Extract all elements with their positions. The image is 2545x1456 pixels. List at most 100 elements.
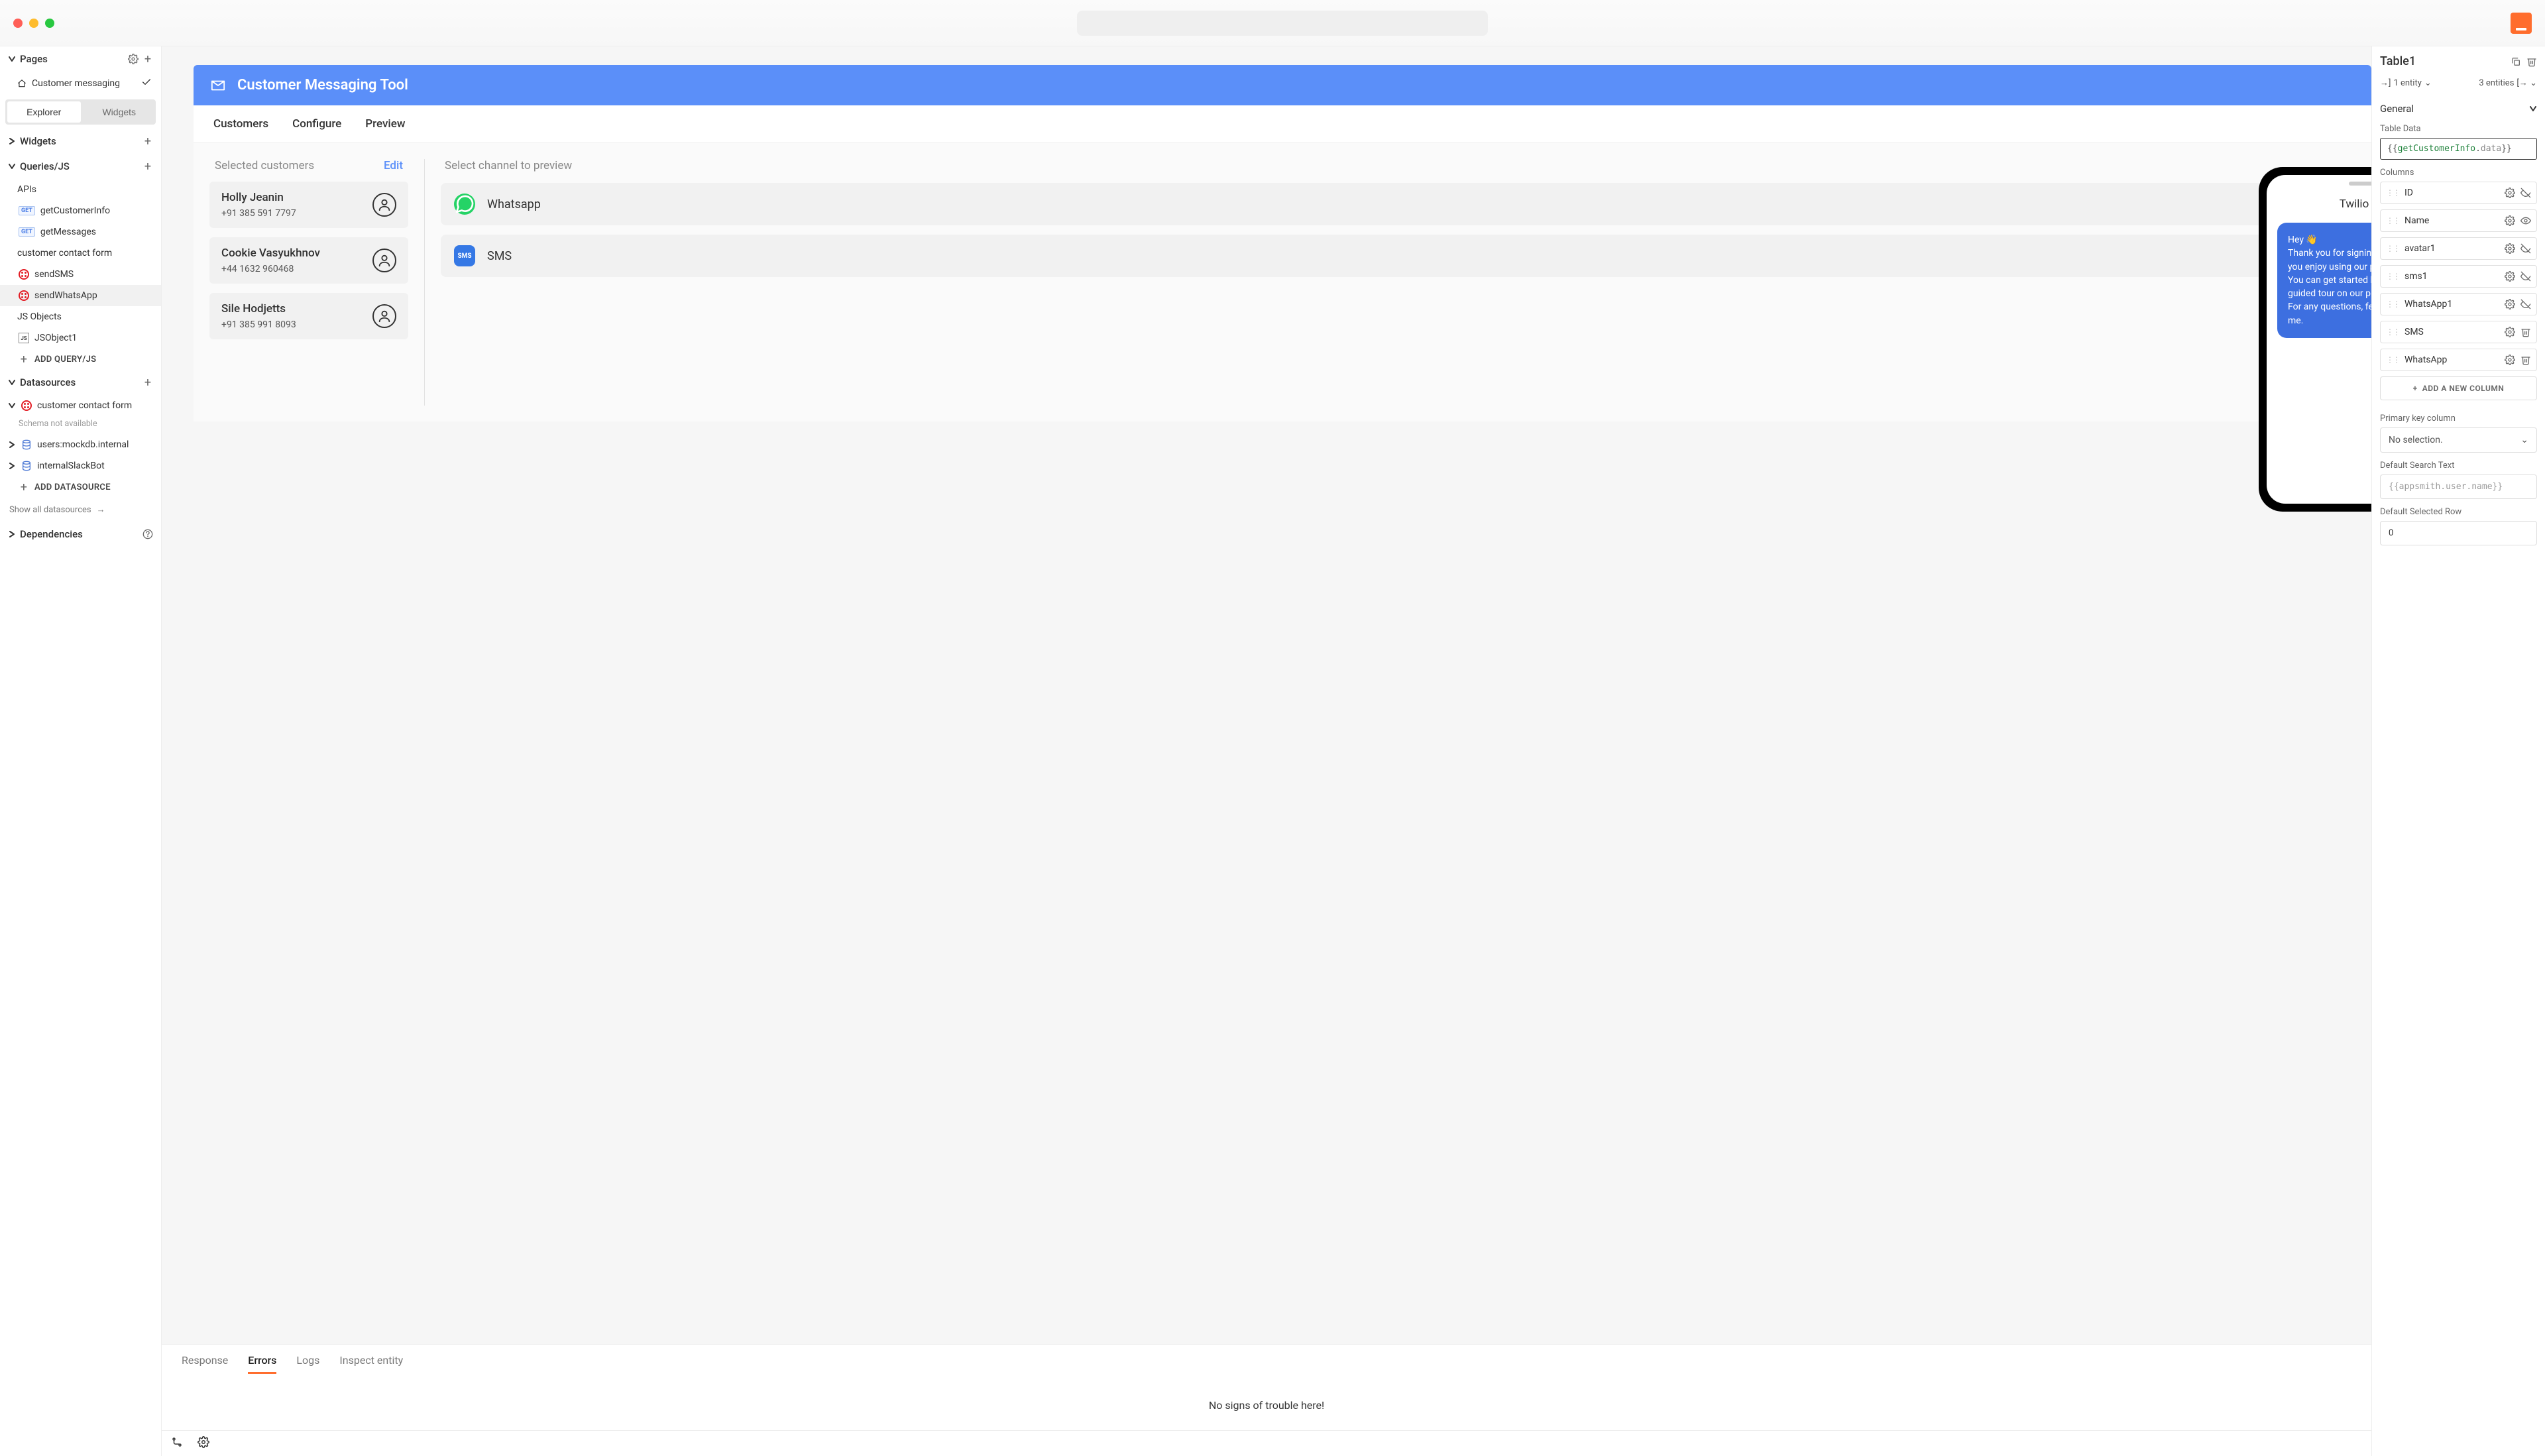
- datasource-item[interactable]: users:mockdb.internal: [0, 434, 161, 455]
- tab-widgets[interactable]: Widgets: [83, 99, 156, 125]
- column-row[interactable]: ⋮⋮WhatsApp: [2380, 349, 2537, 371]
- drag-handle-icon[interactable]: ⋮⋮: [2386, 272, 2399, 281]
- jsobject-item[interactable]: JSJSObject1: [0, 327, 161, 349]
- gear-icon[interactable]: [2505, 243, 2515, 254]
- console-message: No signs of trouble here!: [162, 1380, 2371, 1430]
- drag-handle-icon[interactable]: ⋮⋮: [2386, 300, 2399, 309]
- outgoing-entities[interactable]: 3 entities [→ ⌄: [2479, 78, 2537, 88]
- query-item[interactable]: GETgetCustomerInfo: [0, 200, 161, 221]
- customer-card[interactable]: Sile Hodjetts+91 385 991 8093: [209, 293, 408, 339]
- column-row[interactable]: ⋮⋮WhatsApp1: [2380, 293, 2537, 315]
- drag-handle-icon[interactable]: ⋮⋮: [2386, 327, 2399, 337]
- tab-errors[interactable]: Errors: [248, 1354, 276, 1374]
- home-icon: [17, 79, 27, 88]
- app-tabs[interactable]: Customers Configure Preview: [194, 105, 2371, 143]
- copy-icon[interactable]: [2511, 56, 2521, 67]
- column-row[interactable]: ⋮⋮sms1: [2380, 265, 2537, 288]
- settings-icon[interactable]: [198, 1436, 209, 1451]
- gear-icon[interactable]: [2505, 299, 2515, 309]
- twilio-icon: [19, 290, 29, 301]
- tab-inspect[interactable]: Inspect entity: [339, 1354, 403, 1374]
- drag-handle-icon[interactable]: ⋮⋮: [2386, 188, 2399, 197]
- gear-icon[interactable]: [2505, 327, 2515, 337]
- add-query-button[interactable]: +: [142, 161, 153, 172]
- gear-icon[interactable]: [2505, 215, 2515, 226]
- customer-card[interactable]: Cookie Vasyukhnov+44 1632 960468: [209, 237, 408, 284]
- console-tabs[interactable]: Response Errors Logs Inspect entity: [162, 1345, 2371, 1380]
- query-item[interactable]: GETgetMessages: [0, 221, 161, 243]
- column-row[interactable]: ⋮⋮ ID: [2380, 182, 2537, 204]
- query-item[interactable]: sendSMS: [0, 264, 161, 285]
- column-name: SMS: [2404, 327, 2424, 337]
- add-column-button[interactable]: + ADD A NEW COLUMN: [2380, 376, 2537, 400]
- tab-explorer[interactable]: Explorer: [7, 101, 81, 123]
- git-icon[interactable]: [171, 1436, 183, 1451]
- eyeoff-icon[interactable]: [2520, 271, 2531, 282]
- pages-section[interactable]: Pages +: [0, 46, 161, 72]
- trash-icon[interactable]: [2526, 56, 2537, 67]
- query-item-active[interactable]: sendWhatsApp: [0, 285, 161, 306]
- explorer-widgets-toggle[interactable]: Explorer Widgets: [5, 99, 156, 125]
- eyeoff-icon[interactable]: [2520, 243, 2531, 254]
- page-item[interactable]: Customer messaging: [0, 72, 161, 95]
- channel-whatsapp[interactable]: Whatsapp: [441, 183, 2355, 225]
- incoming-entities[interactable]: →] 1 entity ⌄: [2380, 78, 2432, 88]
- eye-icon[interactable]: [2520, 215, 2531, 226]
- column-row[interactable]: ⋮⋮ SMS: [2380, 321, 2537, 343]
- default-row-input[interactable]: 0: [2380, 521, 2537, 545]
- general-section[interactable]: General: [2380, 97, 2537, 120]
- add-datasource-link[interactable]: +ADD DATASOURCE: [0, 476, 161, 498]
- add-datasource-label: ADD DATASOURCE: [34, 482, 111, 492]
- chevron-right-icon: [8, 462, 16, 470]
- tab-response[interactable]: Response: [182, 1354, 228, 1374]
- dependencies-section[interactable]: Dependencies: [0, 522, 161, 547]
- add-query-link[interactable]: +ADD QUERY/JS: [0, 349, 161, 370]
- eyeoff-icon[interactable]: [2520, 299, 2531, 309]
- gear-icon[interactable]: [2505, 188, 2515, 198]
- inspector-title: Table1: [2380, 54, 2416, 68]
- show-all-datasources[interactable]: Show all datasources→: [0, 498, 161, 522]
- avatar-icon: [372, 249, 396, 272]
- datasource-item[interactable]: customer contact form: [0, 395, 161, 416]
- tab-customers[interactable]: Customers: [213, 117, 268, 131]
- help-icon[interactable]: [142, 529, 153, 539]
- table-data-input[interactable]: {{getCustomerInfo.data}}: [2380, 138, 2537, 160]
- datasource-item[interactable]: internalSlackBot: [0, 455, 161, 476]
- add-widget-button[interactable]: +: [142, 136, 153, 146]
- omnibar[interactable]: [1077, 11, 1488, 36]
- apis-group[interactable]: APIs: [0, 179, 161, 200]
- datasources-section[interactable]: Datasources +: [0, 370, 161, 395]
- drag-handle-icon[interactable]: ⋮⋮: [2386, 355, 2399, 364]
- contact-form-group[interactable]: customer contact form: [0, 243, 161, 264]
- trash-icon[interactable]: [2520, 327, 2531, 337]
- chevron-down-icon: [8, 402, 16, 410]
- js-objects-group[interactable]: JS Objects: [0, 306, 161, 327]
- column-name: ID: [2404, 188, 2413, 198]
- window-controls[interactable]: [13, 19, 54, 28]
- channel-sms[interactable]: SMS SMS: [441, 235, 2355, 277]
- channel-column: Select channel to preview Whatsapp SMS S…: [441, 159, 2355, 406]
- pk-select[interactable]: No selection.⌄: [2380, 427, 2537, 453]
- edit-link[interactable]: Edit: [384, 159, 403, 172]
- tab-logs[interactable]: Logs: [296, 1354, 319, 1374]
- eyeoff-icon[interactable]: [2520, 188, 2531, 198]
- column-row[interactable]: ⋮⋮Name: [2380, 209, 2537, 232]
- default-search-input[interactable]: {{appsmith.user.name}}: [2380, 475, 2537, 499]
- drag-handle-icon[interactable]: ⋮⋮: [2386, 216, 2399, 225]
- table-data-label: Table Data: [2380, 120, 2537, 138]
- customer-card[interactable]: Holly Jeanin+91 385 591 7797: [209, 182, 408, 228]
- chevron-down-icon: [8, 162, 16, 170]
- gear-icon[interactable]: [2505, 355, 2515, 365]
- gear-icon[interactable]: [2505, 271, 2515, 282]
- column-row[interactable]: ⋮⋮avatar1: [2380, 237, 2537, 260]
- tab-configure[interactable]: Configure: [292, 117, 341, 131]
- tab-preview[interactable]: Preview: [365, 117, 405, 131]
- add-page-button[interactable]: +: [142, 54, 153, 64]
- add-datasource-button[interactable]: +: [142, 377, 153, 388]
- queries-section[interactable]: Queries/JS +: [0, 154, 161, 179]
- widgets-section[interactable]: Widgets +: [0, 129, 161, 154]
- gear-icon[interactable]: [128, 54, 139, 64]
- drag-handle-icon[interactable]: ⋮⋮: [2386, 244, 2399, 253]
- queries-label: Queries/JS: [20, 160, 70, 172]
- trash-icon[interactable]: [2520, 355, 2531, 365]
